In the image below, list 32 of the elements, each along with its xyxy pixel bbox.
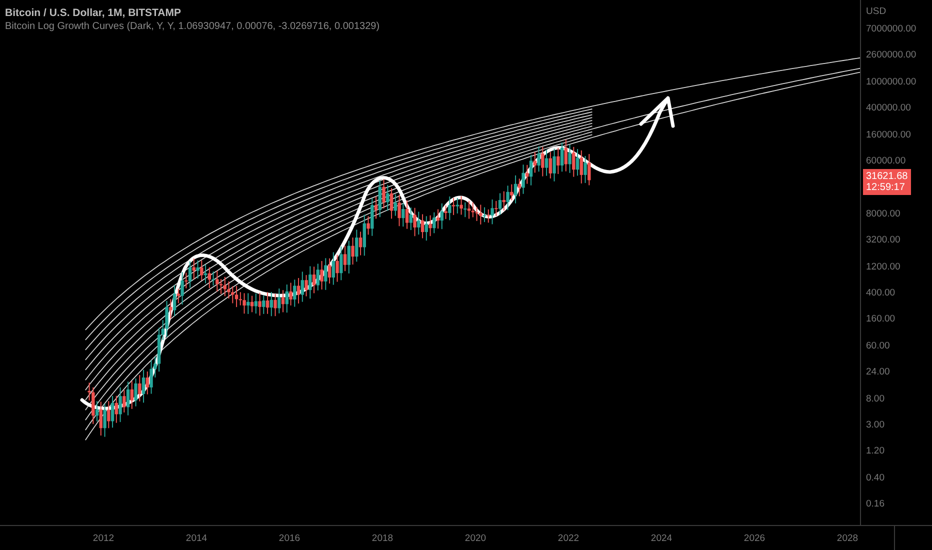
price-axis-label: 160.00 — [866, 314, 896, 325]
price-axis-label: 60000.00 — [866, 156, 906, 166]
price-axis-label: 24.00 — [866, 366, 890, 378]
price-axis-label: 60.00 — [866, 340, 890, 352]
price-axis-label: 400000.00 — [866, 102, 911, 114]
price-axis-label: 1200.00 — [866, 261, 900, 272]
price-axis-label: 160000.00 — [866, 129, 911, 140]
price-axis-label: 0.16 — [866, 498, 884, 510]
last-price: 31621.68 — [866, 171, 908, 182]
price-axis-label: 2600000.00 — [866, 50, 916, 61]
price-axis-label: 8000.00 — [866, 208, 900, 220]
price-axis-label: 1000000.00 — [866, 76, 916, 88]
price-axis-label: 0.40 — [866, 472, 884, 484]
time-axis-label: 2022 — [556, 532, 580, 544]
time-axis-label: 2012 — [92, 532, 116, 544]
price-axis-label: 1.20 — [866, 446, 884, 457]
price-axis-label: 3.00 — [866, 420, 884, 430]
time-axis-label: 2020 — [464, 532, 488, 544]
price-axis-label: 400.00 — [866, 288, 896, 298]
bar-countdown: 12:59:17 — [866, 182, 906, 193]
price-axis-label: 3200.00 — [866, 234, 900, 246]
chart-title: Bitcoin / U.S. Dollar, 1M, BITSTAMP — [5, 7, 182, 19]
time-axis-label: 2028 — [836, 532, 860, 544]
price-axis-label: 7000000.00 — [866, 24, 916, 34]
currency-label: USD — [866, 6, 886, 17]
time-axis-label: 2016 — [278, 532, 302, 544]
time-axis-label: 2026 — [742, 532, 766, 544]
time-axis-label: 2018 — [370, 532, 394, 544]
time-axis-label: 2014 — [184, 532, 208, 544]
time-axis-label: 2024 — [650, 532, 674, 544]
indicator-legend: Bitcoin Log Growth Curves (Dark, Y, Y, 1.06930947, 0.00076, -3.0269716, 0.001329) — [5, 21, 380, 32]
price-axis-label: 8.00 — [866, 393, 884, 404]
